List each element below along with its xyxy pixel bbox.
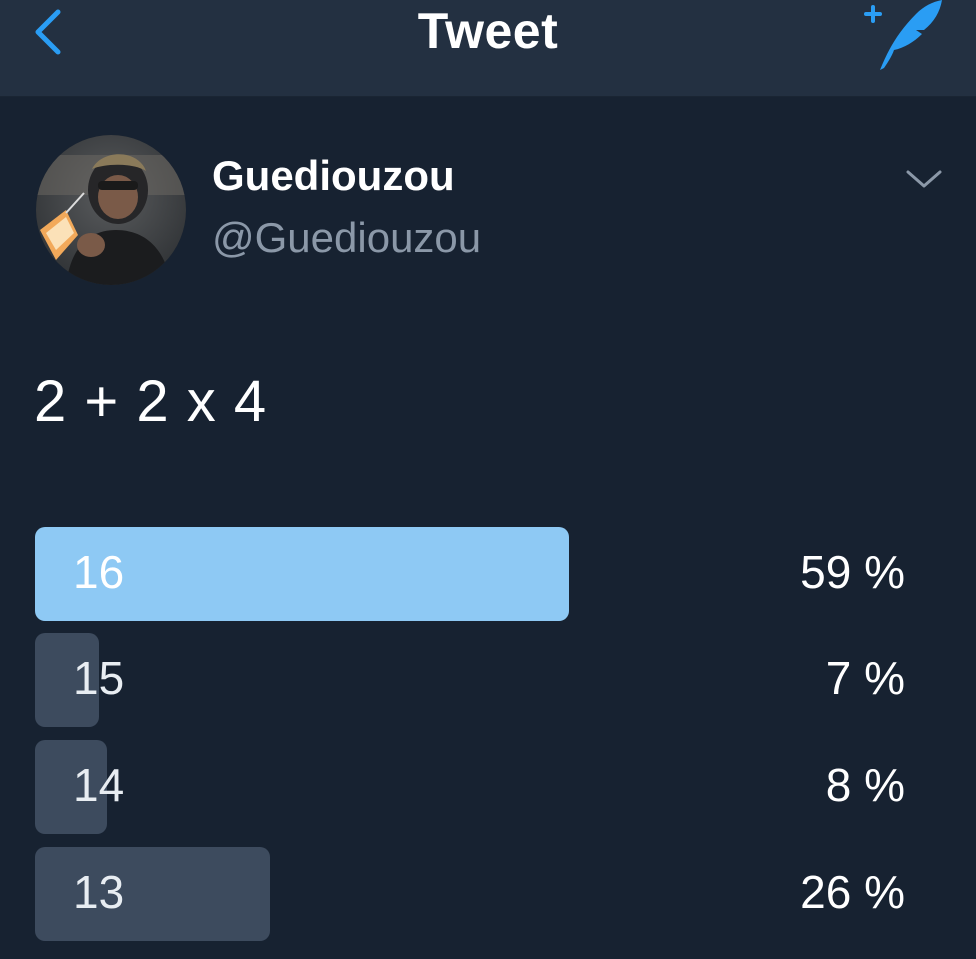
poll-option-percent: 26 % <box>800 866 905 918</box>
poll-option-percent: 7 % <box>825 652 905 704</box>
poll-option-percent: 8 % <box>825 759 905 811</box>
poll-option: 15 7 % <box>35 633 905 729</box>
poll-option-label: 15 <box>73 652 125 704</box>
poll-option-label: 16 <box>73 546 125 598</box>
poll-bar <box>35 847 270 941</box>
poll-option-label: 14 <box>73 759 125 811</box>
poll-option: 16 59 % <box>35 527 905 623</box>
poll-option-label: 13 <box>73 866 125 918</box>
poll-option: 14 8 % <box>35 740 905 836</box>
poll-option: 13 26 % <box>35 847 905 943</box>
poll-option-percent: 59 % <box>800 546 905 598</box>
poll: 16 59 % 15 7 % 14 8 % 13 26 % <box>0 0 976 959</box>
